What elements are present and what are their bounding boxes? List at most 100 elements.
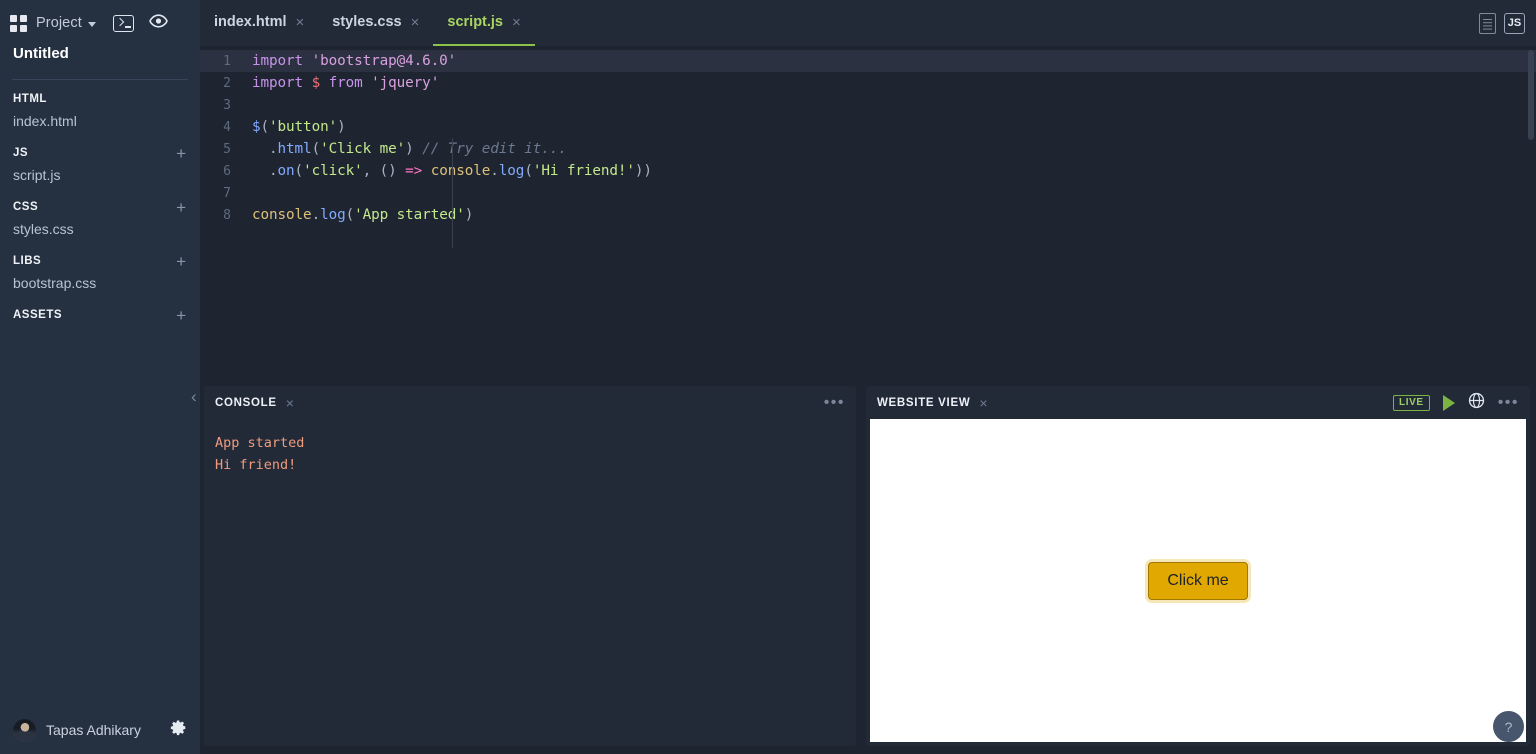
grid-apps-icon[interactable] <box>10 15 27 32</box>
document-icon[interactable] <box>1479 13 1496 34</box>
collapse-panel-handle[interactable]: ‹ <box>191 388 197 405</box>
user-name: Tapas Adhikary <box>46 722 141 738</box>
close-icon[interactable]: × <box>979 396 987 410</box>
preview-click-me-button[interactable]: Click me <box>1148 562 1247 600</box>
close-icon[interactable]: × <box>512 15 521 30</box>
line-number: 7 <box>200 186 252 201</box>
user-bar: Tapas Adhikary <box>0 706 200 754</box>
bottom-panels: ‹ CONSOLE × ••• App started Hi friend! <box>200 380 1536 754</box>
file-item-index-html[interactable]: index.html <box>0 109 200 131</box>
js-file-icon[interactable]: JS <box>1504 13 1525 34</box>
tab-styles-css[interactable]: styles.css × <box>318 0 433 46</box>
console-log-line: Hi friend! <box>215 455 856 477</box>
close-icon[interactable]: × <box>296 15 305 30</box>
file-group-title: HTML <box>13 93 47 105</box>
tab-script-js[interactable]: script.js × <box>433 0 534 46</box>
file-item-bootstrap-css[interactable]: bootstrap.css <box>0 271 200 293</box>
editor-scrollbar[interactable] <box>1528 50 1534 140</box>
file-group-title: CSS <box>13 201 38 213</box>
play-icon[interactable] <box>1443 395 1455 411</box>
editor-tabbar: index.html × styles.css × script.js × JS <box>200 0 1536 46</box>
code-editor[interactable]: 1 import 'bootstrap@4.6.0' 2 import $ fr… <box>200 46 1536 380</box>
code-editor-app: Project Untitled HTML index.html <box>0 0 1536 754</box>
console-panel: CONSOLE × ••• App started Hi friend! <box>200 380 862 754</box>
live-badge[interactable]: LIVE <box>1393 395 1430 411</box>
website-panel-header: WEBSITE VIEW × LIVE <box>866 386 1530 419</box>
website-panel-actions: LIVE ••• <box>1393 392 1519 414</box>
console-title: CONSOLE <box>215 397 277 409</box>
file-item-styles-css[interactable]: styles.css <box>0 217 200 239</box>
console-panel-header: CONSOLE × ••• <box>204 386 856 419</box>
add-asset-button[interactable]: + <box>176 309 186 322</box>
code-line: 8 console.log('App started') <box>200 204 1536 226</box>
globe-icon[interactable] <box>1468 392 1485 414</box>
website-preview: Click me <box>870 419 1526 742</box>
eye-icon[interactable] <box>149 14 168 33</box>
file-group-html: HTML index.html <box>0 89 200 131</box>
file-group-title: ASSETS <box>13 309 62 321</box>
file-group-title: JS <box>13 147 28 159</box>
gear-icon[interactable] <box>170 719 187 741</box>
file-explorer: HTML index.html JS + script.js CSS + sty… <box>0 80 200 337</box>
code-line: 5 .html('Click me') // Try edit it... <box>200 138 1536 160</box>
file-group-header: JS + <box>0 143 200 163</box>
code-text: import $ from 'jquery' <box>252 75 1536 91</box>
file-group-header: ASSETS + <box>0 305 200 325</box>
file-group-header: LIBS + <box>0 251 200 271</box>
avatar[interactable] <box>13 719 36 742</box>
code-text: .on('click', () => console.log('Hi frien… <box>252 163 1536 179</box>
website-panel-inner: WEBSITE VIEW × LIVE <box>866 386 1530 746</box>
code-line: 7 <box>200 182 1536 204</box>
close-icon[interactable]: × <box>411 15 420 30</box>
code-line: 2 import $ from 'jquery' <box>200 72 1536 94</box>
overflow-menu-icon[interactable]: ••• <box>824 399 845 407</box>
file-item-script-js[interactable]: script.js <box>0 163 200 185</box>
tab-label: index.html <box>214 14 287 30</box>
line-number: 8 <box>200 208 252 223</box>
file-group-header: CSS + <box>0 197 200 217</box>
code-line: 3 <box>200 94 1536 116</box>
tab-label: script.js <box>447 14 503 30</box>
add-js-file-button[interactable]: + <box>176 147 186 160</box>
console-panel-actions: ••• <box>824 399 845 407</box>
code-text: .html('Click me') // Try edit it... <box>252 141 1536 157</box>
file-group-header: HTML <box>0 89 200 109</box>
tabbar-actions: JS <box>1479 0 1536 46</box>
add-lib-button[interactable]: + <box>176 255 186 268</box>
line-number: 5 <box>200 142 252 157</box>
sidebar-header: Project <box>0 0 200 46</box>
terminal-icon[interactable] <box>113 15 134 32</box>
tab-label: styles.css <box>332 14 401 30</box>
file-group-title: LIBS <box>13 255 41 267</box>
sidebar: Project Untitled HTML index.html <box>0 0 200 754</box>
code-text: console.log('App started') <box>252 207 1536 223</box>
file-group-assets: ASSETS + <box>0 305 200 325</box>
help-button[interactable]: ? <box>1493 711 1524 742</box>
add-css-file-button[interactable]: + <box>176 201 186 214</box>
line-number: 2 <box>200 76 252 91</box>
close-icon[interactable]: × <box>286 396 294 410</box>
indent-guide <box>452 138 453 248</box>
code-line: 4 $('button') <box>200 116 1536 138</box>
file-group-js: JS + script.js <box>0 143 200 185</box>
chevron-down-icon[interactable] <box>88 22 96 27</box>
tab-index-html[interactable]: index.html × <box>200 0 318 46</box>
code-text: $('button') <box>252 119 1536 135</box>
console-log-line: App started <box>215 433 856 455</box>
code-line: 6 .on('click', () => console.log('Hi fri… <box>200 160 1536 182</box>
line-number: 3 <box>200 98 252 113</box>
line-number: 4 <box>200 120 252 135</box>
project-title: Untitled <box>0 44 200 72</box>
line-number: 1 <box>200 54 252 69</box>
overflow-menu-icon[interactable]: ••• <box>1498 399 1519 407</box>
project-menu-label[interactable]: Project <box>36 15 82 31</box>
console-output: App started Hi friend! <box>204 419 856 746</box>
code-line: 1 import 'bootstrap@4.6.0' <box>200 50 1536 72</box>
code-text: import 'bootstrap@4.6.0' <box>252 53 1536 69</box>
website-view-panel: WEBSITE VIEW × LIVE <box>862 380 1536 754</box>
website-view-title: WEBSITE VIEW <box>877 397 970 409</box>
code-lines: 1 import 'bootstrap@4.6.0' 2 import $ fr… <box>200 46 1536 226</box>
line-number: 6 <box>200 164 252 179</box>
main-area: index.html × styles.css × script.js × JS… <box>200 0 1536 754</box>
file-group-libs: LIBS + bootstrap.css <box>0 251 200 293</box>
